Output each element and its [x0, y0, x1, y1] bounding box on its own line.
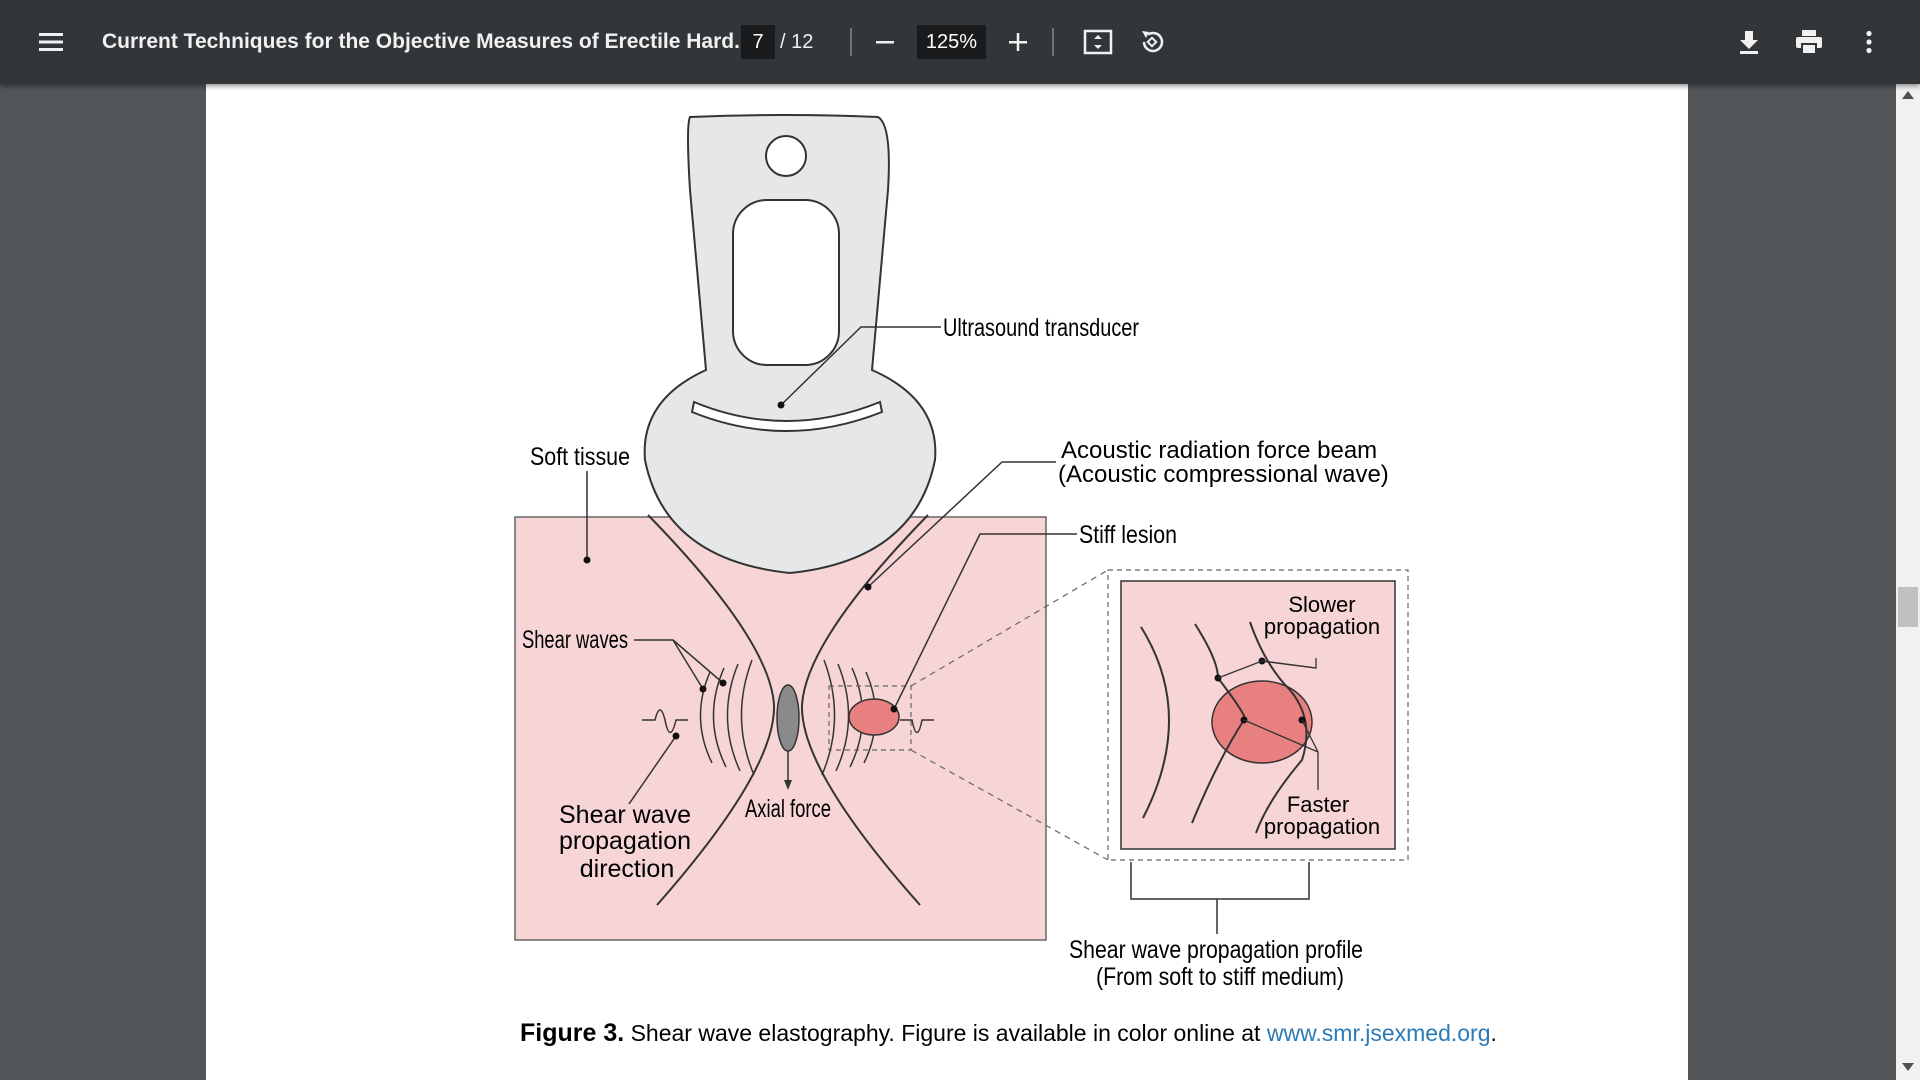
label-shear-waves: Shear waves [522, 626, 628, 654]
pdf-toolbar: Current Techniques for the Objective Mea… [0, 0, 1920, 84]
figure-caption: Figure 3. Shear wave elastography. Figur… [520, 1019, 1497, 1048]
figure-caption-label: Figure 3. [520, 1019, 625, 1047]
label-profile-2: (From soft to stiff medium) [1096, 963, 1344, 991]
rotate-icon[interactable] [1128, 18, 1176, 66]
profile-bracket [1130, 862, 1310, 900]
label-acoustic-beam-2: (Acoustic compressional wave) [1058, 461, 1389, 488]
document-title: Current Techniques for the Objective Mea… [102, 30, 752, 53]
label-propagation-direction-2: propagation [559, 827, 691, 855]
toolbar-divider [1052, 28, 1054, 56]
elastography-diagram: Ultrasound transducer Soft tissue Acoust… [514, 114, 1409, 991]
label-profile-1: Shear wave propagation profile [1069, 936, 1363, 964]
menu-icon[interactable] [27, 18, 75, 66]
label-acoustic-beam-1: Acoustic radiation force beam [1061, 437, 1377, 464]
zoom-in-icon[interactable] [994, 18, 1042, 66]
label-ultrasound-transducer: Ultrasound transducer [943, 314, 1139, 342]
label-soft-tissue: Soft tissue [530, 443, 630, 471]
label-axial-force: Axial force [745, 795, 831, 823]
label-propagation-direction-1: Shear wave [559, 801, 691, 829]
stiff-lesion [848, 698, 900, 736]
label-slower-2: propagation [1264, 614, 1380, 639]
label-stiff-lesion: Stiff lesion [1079, 521, 1177, 549]
page-total: / 12 [780, 31, 814, 53]
zoom-level-input[interactable]: 125% [917, 25, 986, 59]
scrollbar-thumb[interactable] [1898, 587, 1918, 627]
toolbar-divider [850, 28, 852, 56]
transducer-window [732, 199, 840, 366]
figure-3: Ultrasound transducer Soft tissue Acoust… [206, 84, 1688, 1080]
transducer-hole [765, 135, 807, 177]
more-icon[interactable] [1845, 18, 1893, 66]
page-number-input[interactable]: 7 [741, 25, 775, 59]
zoom-out-icon[interactable] [861, 18, 909, 66]
figure-caption-text: Shear wave elastography. Figure is avail… [624, 1020, 1267, 1046]
vertical-scrollbar[interactable] [1896, 84, 1920, 1080]
label-propagation-direction-3: direction [580, 855, 675, 883]
scroll-down-icon[interactable] [1902, 1063, 1914, 1071]
label-faster-2: propagation [1264, 814, 1380, 839]
scroll-up-icon[interactable] [1902, 91, 1914, 99]
axial-force-focus [776, 684, 800, 752]
download-icon[interactable] [1725, 18, 1773, 66]
figure-caption-end: . [1490, 1020, 1497, 1046]
journal-link[interactable]: www.smr.jsexmed.org [1267, 1020, 1491, 1046]
print-icon[interactable] [1785, 18, 1833, 66]
fit-page-icon[interactable] [1074, 18, 1122, 66]
